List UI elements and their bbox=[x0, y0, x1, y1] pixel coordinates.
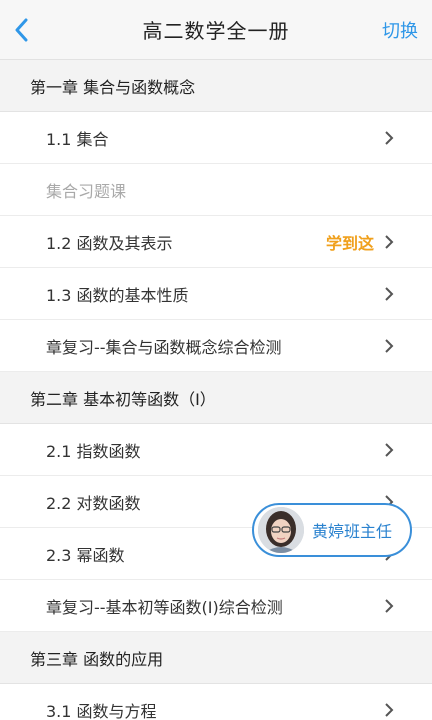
lesson-label: 1.2 函数及其表示 bbox=[46, 233, 173, 253]
lesson-row[interactable]: 章复习--集合与函数概念综合检测 bbox=[0, 320, 432, 372]
chevron-right-icon bbox=[385, 234, 394, 249]
teacher-contact-button[interactable]: 黄婷班主任 bbox=[252, 503, 412, 557]
chevron-right-icon bbox=[385, 130, 394, 145]
lesson-label: 1.1 集合 bbox=[46, 129, 109, 149]
lesson-label: 章复习--基本初等函数(Ⅰ)综合检测 bbox=[46, 597, 283, 617]
lesson-label: 3.1 函数与方程 bbox=[46, 701, 157, 720]
lesson-row[interactable]: 1.3 函数的基本性质 bbox=[0, 268, 432, 320]
lesson-label: 集合习题课 bbox=[46, 181, 127, 201]
avatar bbox=[258, 507, 304, 553]
back-button[interactable] bbox=[14, 12, 54, 48]
lesson-label: 章复习--集合与函数概念综合检测 bbox=[46, 337, 282, 357]
lesson-label: 2.1 指数函数 bbox=[46, 441, 141, 461]
chevron-right-icon bbox=[385, 702, 394, 717]
switch-button[interactable]: 切换 bbox=[382, 17, 418, 43]
chevron-right-icon bbox=[385, 286, 394, 301]
chevron-left-icon bbox=[15, 18, 28, 42]
chapter-list: 第一章 集合与函数概念 1.1 集合 集合习题课 1.2 函数及其表示 学到这 … bbox=[0, 60, 432, 720]
chapter-header: 第二章 基本初等函数（Ⅰ） bbox=[0, 372, 432, 424]
lesson-row[interactable]: 1.1 集合 bbox=[0, 112, 432, 164]
lesson-row[interactable]: 章复习--基本初等函数(Ⅰ)综合检测 bbox=[0, 580, 432, 632]
lesson-row[interactable]: 2.1 指数函数 bbox=[0, 424, 432, 476]
chevron-right-icon bbox=[385, 598, 394, 613]
chapter-header: 第三章 函数的应用 bbox=[0, 632, 432, 684]
lesson-label: 1.3 函数的基本性质 bbox=[46, 285, 189, 305]
chevron-right-icon bbox=[385, 442, 394, 457]
teacher-name: 黄婷班主任 bbox=[312, 522, 393, 541]
page-title: 高二数学全一册 bbox=[142, 19, 290, 43]
lesson-row[interactable]: 1.2 函数及其表示 学到这 bbox=[0, 216, 432, 268]
chevron-right-icon bbox=[385, 338, 394, 353]
lesson-row[interactable]: 3.1 函数与方程 bbox=[0, 684, 432, 720]
progress-marker: 学到这 bbox=[325, 233, 374, 253]
chapter-header: 第一章 集合与函数概念 bbox=[0, 60, 432, 112]
top-nav-bar: 高二数学全一册 切换 bbox=[0, 0, 432, 60]
lesson-row: 集合习题课 bbox=[0, 164, 432, 216]
